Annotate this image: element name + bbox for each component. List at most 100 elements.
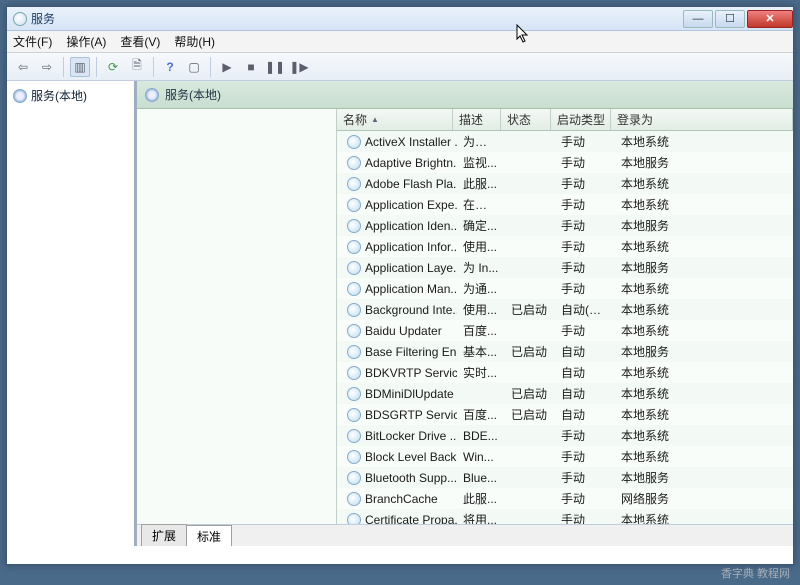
tab-extended[interactable]: 扩展 [141,524,187,546]
cell-startup: 手动 [555,196,615,213]
table-row[interactable]: Block Level Back...Win...手动本地系统 [337,446,793,467]
service-icon [347,492,361,506]
cell-logon: 本地服务 [615,154,695,171]
col-desc[interactable]: 描述 [453,109,501,130]
cell-desc: 百度... [457,406,505,423]
cell-desc: BDE... [457,429,505,443]
menu-file[interactable]: 文件(F) [13,33,52,50]
service-icon [347,261,361,275]
maximize-button[interactable]: ☐ [715,10,745,28]
cell-startup: 手动 [555,217,615,234]
service-icon [347,240,361,254]
cell-status: 已启动 [505,301,555,318]
cell-desc: 将用... [457,511,505,524]
table-row[interactable]: Application Infor...使用...手动本地系统 [337,236,793,257]
export-button[interactable]: 🗎 [127,57,147,77]
cell-desc: 此服... [457,175,505,192]
cell-desc: Blue... [457,471,505,485]
services-list: 名称▲ 描述 状态 启动类型 登录为 ActiveX Installer ...… [337,109,793,524]
table-row[interactable]: Adobe Flash Pla...此服...手动本地系统 [337,173,793,194]
properties-button[interactable]: ▢ [184,57,204,77]
view-tabs: 扩展 标准 [137,524,793,546]
cell-logon: 本地系统 [615,406,695,423]
console-tree[interactable]: 服务(本地) [7,81,137,546]
tab-standard[interactable]: 标准 [186,525,232,546]
separator [210,57,211,77]
table-row[interactable]: Bluetooth Supp...Blue...手动本地服务 [337,467,793,488]
cell-startup: 手动 [555,133,615,150]
cell-name: Application Iden... [341,219,457,233]
table-row[interactable]: ActiveX Installer ...为从 ...手动本地系统 [337,131,793,152]
cell-name: Application Laye... [341,261,457,275]
pause-button[interactable]: ❚❚ [265,57,285,77]
service-icon [347,513,361,525]
show-hide-tree-button[interactable]: ▥ [70,57,90,77]
cell-desc: 实时... [457,364,505,381]
cell-name: Baidu Updater [341,324,457,338]
table-row[interactable]: BDKVRTP Service实时...自动本地系统 [337,362,793,383]
window-title: 服务 [31,10,55,27]
cell-name: BDSGRTP Service [341,408,457,422]
cell-desc: Win... [457,450,505,464]
detail-pane [137,109,337,524]
restart-button[interactable]: ❚▶ [289,57,309,77]
cell-startup: 手动 [555,427,615,444]
menu-help[interactable]: 帮助(H) [174,33,215,50]
separator [153,57,154,77]
table-row[interactable]: Application Expe...在应 ...手动本地系统 [337,194,793,215]
stop-button[interactable]: ■ [241,57,261,77]
tree-root-item[interactable]: 服务(本地) [9,85,132,106]
table-row[interactable]: BitLocker Drive ...BDE...手动本地系统 [337,425,793,446]
refresh-button[interactable]: ⟳ [103,57,123,77]
table-row[interactable]: BDSGRTP Service百度...已启动自动本地系统 [337,404,793,425]
cell-logon: 本地系统 [615,196,695,213]
cell-name: BDMiniDlUpdate [341,387,457,401]
table-row[interactable]: Base Filtering En...基本...已启动自动本地服务 [337,341,793,362]
col-startup[interactable]: 启动类型 [551,109,611,130]
cell-desc: 监视... [457,154,505,171]
table-row[interactable]: Certificate Propa...将用...手动本地系统 [337,509,793,524]
cell-logon: 网络服务 [615,490,695,507]
table-row[interactable]: Application Iden...确定... 手动本地服务 [337,215,793,236]
cell-logon: 本地服务 [615,343,695,360]
cell-startup: 自动 [555,406,615,423]
cell-name: Adobe Flash Pla... [341,177,457,191]
menu-action[interactable]: 操作(A) [66,33,106,50]
col-status[interactable]: 状态 [501,109,551,130]
titlebar[interactable]: 服务 — ☐ ✕ [7,7,793,31]
minimize-button[interactable]: — [683,10,713,28]
cell-name: Block Level Back... [341,450,457,464]
table-row[interactable]: Adaptive Brightn...监视...手动本地服务 [337,152,793,173]
watermark: 香字典 教程网 [721,565,790,581]
separator [96,57,97,77]
back-button[interactable]: ⇦ [13,57,33,77]
table-row[interactable]: Application Laye...为 In...手动本地服务 [337,257,793,278]
table-row[interactable]: Application Man...为通...手动本地系统 [337,278,793,299]
cell-name: Background Inte... [341,303,457,317]
start-button[interactable]: ▶ [217,57,237,77]
cell-desc: 确定... [457,217,505,234]
cell-logon: 本地系统 [615,238,695,255]
col-logon[interactable]: 登录为 [611,109,793,130]
service-icon [347,324,361,338]
separator [63,57,64,77]
table-row[interactable]: Baidu Updater百度...手动本地系统 [337,320,793,341]
cell-name: Application Man... [341,282,457,296]
window-buttons: — ☐ ✕ [683,10,793,28]
help-button[interactable]: ? [160,57,180,77]
cell-logon: 本地服务 [615,217,695,234]
cell-status: 已启动 [505,385,555,402]
table-row[interactable]: Background Inte...使用...已启动自动(延迟...本地系统 [337,299,793,320]
menu-view[interactable]: 查看(V) [120,33,160,50]
table-row[interactable]: BranchCache此服...手动网络服务 [337,488,793,509]
col-name[interactable]: 名称▲ [337,109,453,130]
services-rows[interactable]: ActiveX Installer ...为从 ...手动本地系统Adaptiv… [337,131,793,524]
forward-button[interactable]: ⇨ [37,57,57,77]
services-window: 服务 — ☐ ✕ 文件(F) 操作(A) 查看(V) 帮助(H) ⇦ ⇨ ▥ ⟳… [6,6,794,565]
service-icon [347,429,361,443]
service-icon [347,366,361,380]
service-icon [347,177,361,191]
table-row[interactable]: BDMiniDlUpdate已启动自动本地系统 [337,383,793,404]
cell-logon: 本地服务 [615,259,695,276]
close-button[interactable]: ✕ [747,10,793,28]
